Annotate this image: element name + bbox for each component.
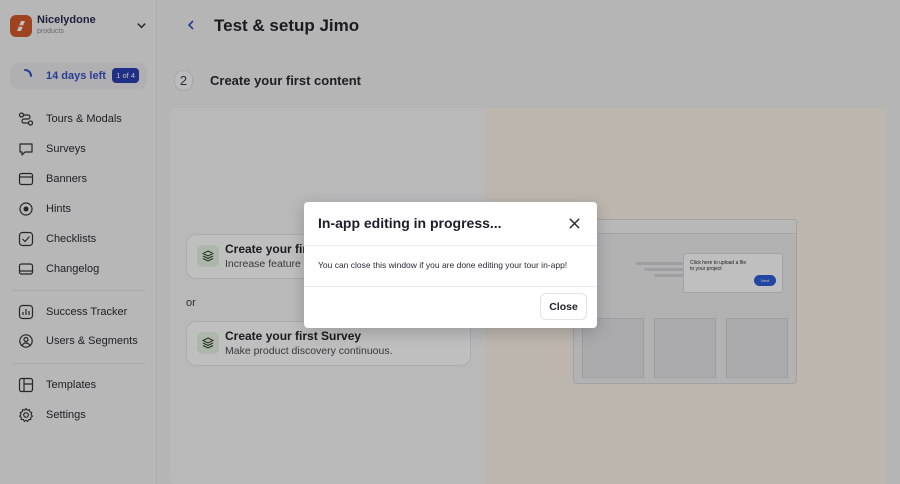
close-icon[interactable] — [568, 217, 581, 230]
close-button[interactable]: Close — [540, 293, 587, 320]
editing-modal: In-app editing in progress... You can cl… — [304, 202, 597, 328]
modal-header: In-app editing in progress... — [304, 202, 597, 246]
modal-divider — [304, 286, 597, 287]
modal-title: In-app editing in progress... — [318, 215, 502, 231]
modal-message: You can close this window if you are don… — [318, 260, 568, 270]
